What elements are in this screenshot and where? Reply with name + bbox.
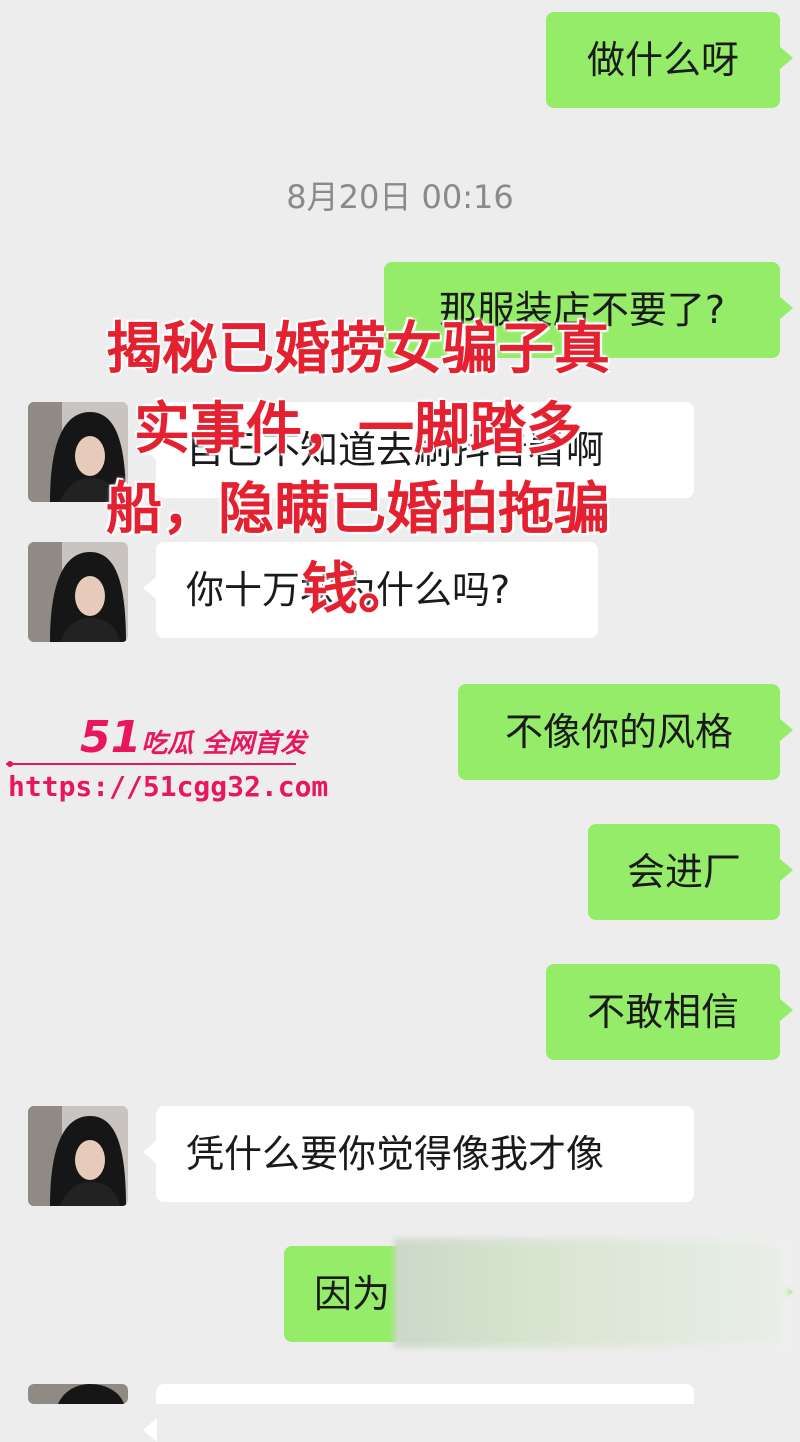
- message-text: 会进厂: [626, 850, 741, 894]
- message-outgoing[interactable]: 不敢相信: [546, 964, 793, 1060]
- avatar[interactable]: [28, 1384, 128, 1404]
- chat-area[interactable]: 做什么呀 8月20日 00:16 那服装店不要了? 自己不知道去刷抖音看啊 你十…: [0, 0, 800, 1442]
- watermark-brand: 51吃瓜 全网首发: [80, 712, 306, 763]
- overlay-line: 实事件，一脚踏多: [134, 397, 582, 462]
- avatar[interactable]: [28, 1106, 128, 1206]
- overlay-line: 揭秘已婚捞女骗子真: [106, 317, 610, 382]
- message-outgoing[interactable]: 会进厂: [588, 824, 793, 920]
- message-text: 不敢相信: [586, 990, 739, 1034]
- censor-blur: [394, 1238, 790, 1348]
- watermark-url: https://51cgg32.com: [8, 770, 329, 803]
- message-text: 因为: [314, 1272, 391, 1316]
- watermark-brand-text: 吃瓜 全网首发: [141, 729, 307, 759]
- avatar-image: [28, 1106, 128, 1206]
- message-text: 做什么呀: [586, 38, 739, 82]
- overlay-headline: 揭秘已婚捞女骗子真 实事件，一脚踏多 船，隐瞒已婚拍拖骗 钱。: [68, 310, 648, 630]
- overlay-line: 钱。: [302, 557, 414, 622]
- message-incoming[interactable]: 凭什么要你觉得像我才像: [143, 1106, 694, 1202]
- avatar-image: [28, 1384, 128, 1404]
- overlay-line: 船，隐瞒已婚拍拖骗: [106, 477, 610, 542]
- message-text: 不像你的风格: [504, 710, 733, 754]
- message-outgoing[interactable]: 不像你的风格: [458, 684, 793, 780]
- message-outgoing[interactable]: 做什么呀: [546, 12, 793, 108]
- message-text: 凭什么要你觉得像我才像: [186, 1132, 605, 1176]
- timestamp: 8月20日 00:16: [286, 178, 514, 216]
- message-incoming[interactable]: [143, 1384, 694, 1442]
- watermark-divider: [6, 761, 296, 767]
- watermark-brand-number: 51: [80, 712, 142, 763]
